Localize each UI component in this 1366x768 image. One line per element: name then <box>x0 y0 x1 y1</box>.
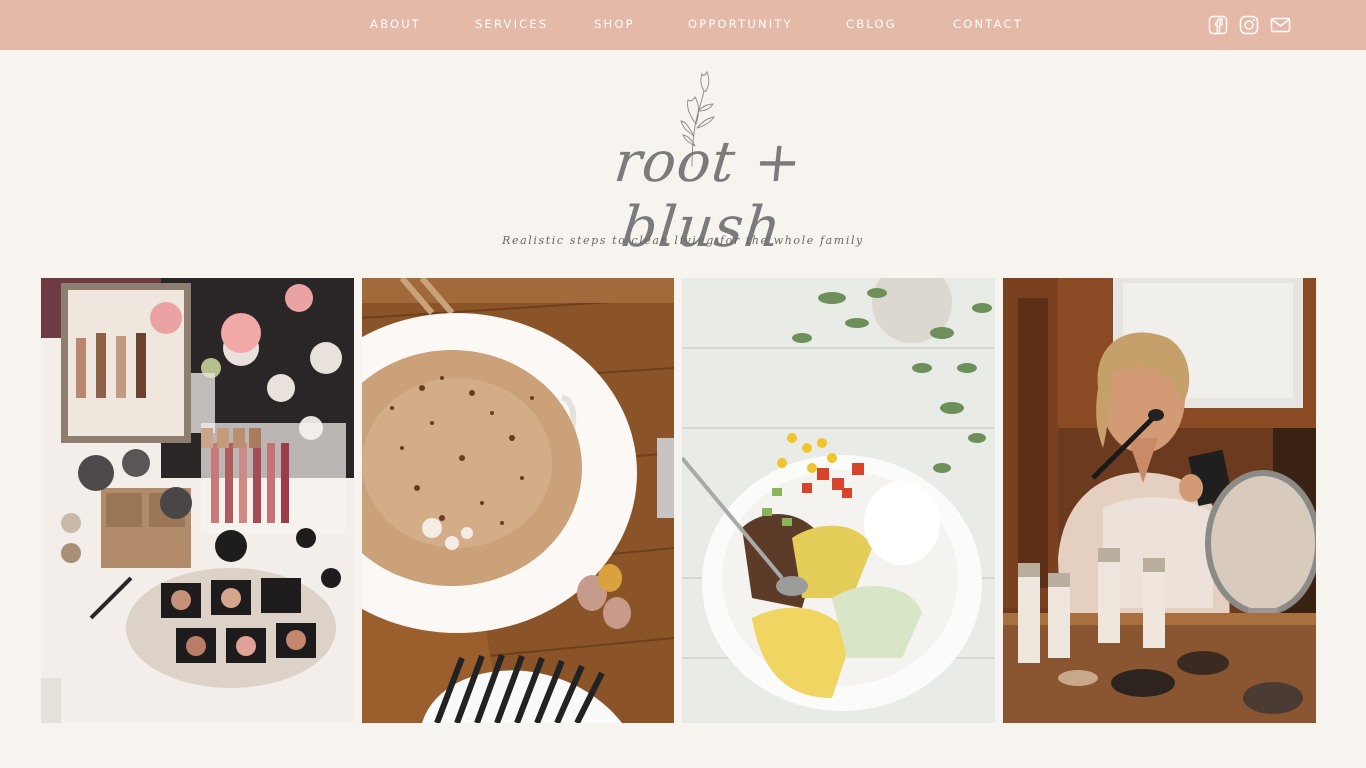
nav-opportunity[interactable]: OPPORTUNITY <box>688 17 793 31</box>
tagline: Realistic steps to clean living for the … <box>502 234 864 247</box>
nav-shop[interactable]: SHOP <box>594 17 635 31</box>
facebook-icon[interactable] <box>1208 15 1228 35</box>
site-logo[interactable]: root + blush <box>560 66 850 260</box>
coffee-cup-photo[interactable] <box>362 278 675 723</box>
nav-cblog[interactable]: CBLOG <box>846 17 897 31</box>
main-nav: ABOUT SERVICES SHOP OPPORTUNITY CBLOG CO… <box>0 0 1366 50</box>
email-icon[interactable] <box>1270 15 1291 35</box>
nav-about[interactable]: ABOUT <box>370 17 421 31</box>
burrito-bowl-photo[interactable] <box>682 278 995 723</box>
instagram-icon[interactable] <box>1239 15 1259 35</box>
nav-contact[interactable]: CONTACT <box>953 17 1023 31</box>
nav-services[interactable]: SERVICES <box>475 17 548 31</box>
makeup-flatlay-photo[interactable] <box>41 278 354 723</box>
top-navigation-bar: ABOUT SERVICES SHOP OPPORTUNITY CBLOG CO… <box>0 0 1366 50</box>
woman-applying-makeup-photo[interactable] <box>1003 278 1316 723</box>
